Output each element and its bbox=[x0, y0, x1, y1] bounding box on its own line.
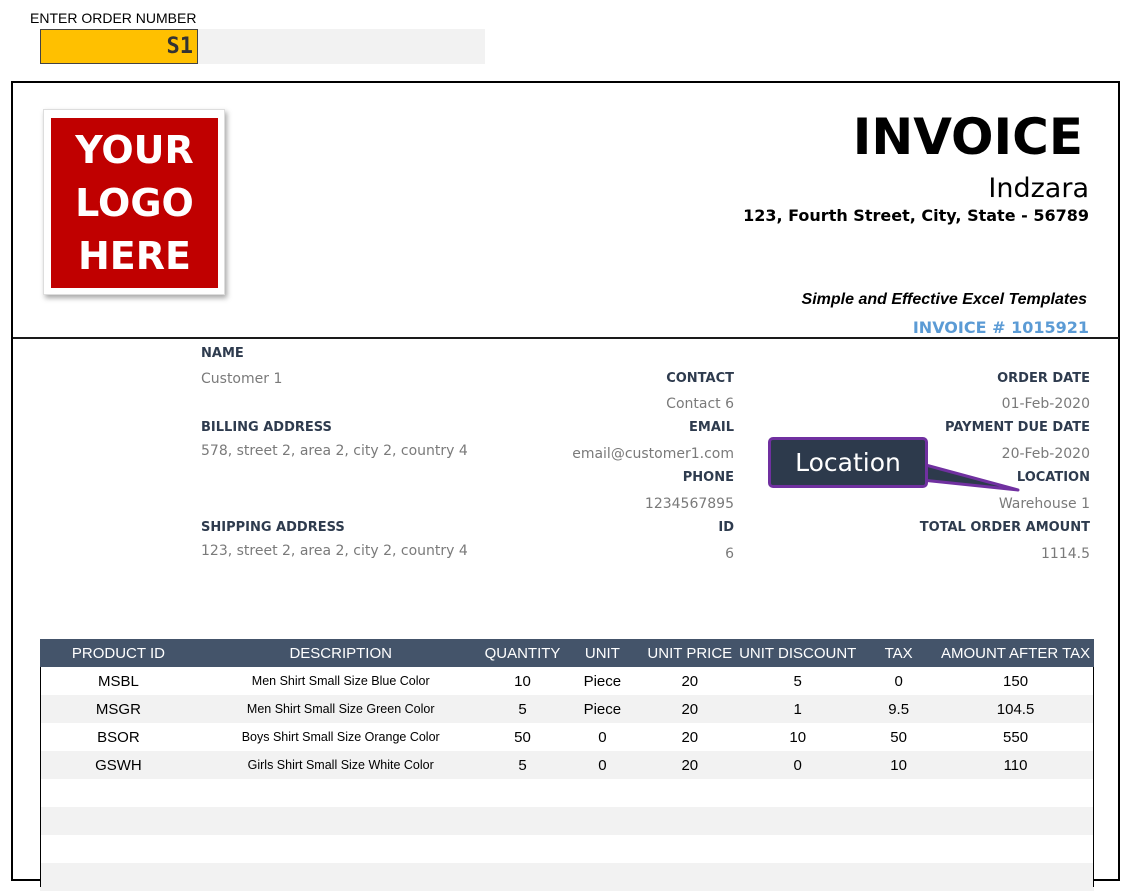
cell-amount-after-tax[interactable]: 110 bbox=[937, 751, 1094, 779]
invoice-title: INVOICE bbox=[852, 108, 1083, 166]
cell-unit-discount[interactable]: 10 bbox=[735, 723, 860, 751]
header-description: DESCRIPTION bbox=[196, 639, 485, 667]
header-quantity: QUANTITY bbox=[484, 639, 561, 667]
empty-row-cell[interactable] bbox=[40, 835, 1094, 863]
table-row: MSBL Men Shirt Small Size Blue Color 10 … bbox=[40, 667, 1094, 695]
order-date-value: 01-Feb-2020 bbox=[1001, 396, 1090, 412]
table-row: MSGR Men Shirt Small Size Green Color 5 … bbox=[40, 695, 1094, 723]
cell-tax[interactable]: 10 bbox=[860, 751, 938, 779]
empty-row-cell[interactable] bbox=[40, 863, 1094, 891]
cell-unit-price[interactable]: 20 bbox=[644, 667, 735, 695]
cell-unit[interactable]: Piece bbox=[560, 695, 645, 723]
cell-quantity[interactable]: 10 bbox=[485, 667, 561, 695]
id-label: ID bbox=[718, 520, 734, 535]
shipping-address-label: SHIPPING ADDRESS bbox=[201, 520, 345, 535]
company-address: 123, Fourth Street, City, State - 56789 bbox=[743, 206, 1089, 225]
cell-description[interactable]: Men Shirt Small Size Blue Color bbox=[197, 667, 485, 695]
billing-address-label: BILLING ADDRESS bbox=[201, 420, 332, 435]
table-row-empty bbox=[40, 835, 1094, 863]
cell-product-id[interactable]: MSBL bbox=[40, 667, 197, 695]
order-number-input[interactable]: S1 bbox=[40, 29, 198, 64]
cell-unit-discount[interactable]: 1 bbox=[735, 695, 861, 723]
cell-quantity[interactable]: 5 bbox=[484, 695, 561, 723]
contact-label: CONTACT bbox=[666, 371, 734, 386]
cell-unit-discount[interactable]: 0 bbox=[735, 751, 861, 779]
table-row-empty bbox=[40, 779, 1094, 807]
table-header-row: PRODUCT ID DESCRIPTION QUANTITY UNIT UNI… bbox=[40, 639, 1094, 667]
order-number-value[interactable]: S1 bbox=[167, 34, 198, 59]
order-number-label: ENTER ORDER NUMBER bbox=[30, 10, 197, 26]
cell-tax[interactable]: 0 bbox=[860, 667, 937, 695]
cell-description[interactable]: Girls Shirt Small Size White Color bbox=[196, 751, 485, 779]
cell-product-id[interactable]: GSWH bbox=[40, 751, 197, 779]
header-unit: UNIT bbox=[560, 639, 645, 667]
cell-unit[interactable]: 0 bbox=[560, 723, 644, 751]
cell-description[interactable]: Men Shirt Small Size Green Color bbox=[196, 695, 485, 723]
table-row: GSWH Girls Shirt Small Size White Color … bbox=[40, 751, 1094, 779]
cell-product-id[interactable]: BSOR bbox=[40, 723, 197, 751]
contact-value: Contact 6 bbox=[666, 396, 734, 412]
order-number-row: S1 bbox=[40, 29, 485, 64]
cell-unit[interactable]: 0 bbox=[560, 751, 645, 779]
cell-tax[interactable]: 50 bbox=[860, 723, 937, 751]
cell-amount-after-tax[interactable]: 104.5 bbox=[937, 695, 1094, 723]
billing-address: 578, street 2, area 2, city 2, country 4 bbox=[201, 443, 468, 459]
cell-description[interactable]: Boys Shirt Small Size Orange Color bbox=[197, 723, 485, 751]
table-row-empty bbox=[40, 863, 1094, 891]
cell-tax[interactable]: 9.5 bbox=[860, 695, 938, 723]
location-value: Warehouse 1 bbox=[998, 496, 1090, 512]
phone-value: 1234567895 bbox=[644, 496, 734, 512]
logo-line-3: HERE bbox=[78, 233, 191, 278]
cell-unit-price[interactable]: 20 bbox=[644, 695, 736, 723]
email-label: EMAIL bbox=[689, 420, 734, 435]
location-callout: Location bbox=[768, 437, 928, 488]
order-date-label: ORDER DATE bbox=[997, 371, 1090, 386]
cell-product-id[interactable]: MSGR bbox=[40, 695, 197, 723]
total-order-amount-label: TOTAL ORDER AMOUNT bbox=[919, 520, 1090, 535]
total-order-amount-value: 1114.5 bbox=[1041, 546, 1090, 562]
customer-name: Customer 1 bbox=[201, 371, 283, 387]
cell-unit-price[interactable]: 20 bbox=[644, 751, 736, 779]
id-value: 6 bbox=[725, 546, 734, 562]
payment-due-date-label: PAYMENT DUE DATE bbox=[945, 420, 1090, 435]
cell-quantity[interactable]: 50 bbox=[485, 723, 561, 751]
header-tax: TAX bbox=[860, 639, 938, 667]
empty-row-cell[interactable] bbox=[40, 779, 1094, 807]
cell-amount-after-tax[interactable]: 550 bbox=[937, 723, 1094, 751]
table-row: BSOR Boys Shirt Small Size Orange Color … bbox=[40, 723, 1094, 751]
header-amount-after-tax: AMOUNT AFTER TAX bbox=[937, 639, 1094, 667]
header-unit-price: UNIT PRICE bbox=[644, 639, 736, 667]
table-row-empty bbox=[40, 807, 1094, 835]
logo-line-2: LOGO bbox=[75, 180, 194, 225]
line-items-table: PRODUCT ID DESCRIPTION QUANTITY UNIT UNI… bbox=[40, 639, 1094, 891]
invoice-number: INVOICE # 1015921 bbox=[912, 318, 1089, 337]
header-product-id: PRODUCT ID bbox=[40, 639, 197, 667]
email-value: email@customer1.com bbox=[572, 446, 734, 462]
cell-unit-price[interactable]: 20 bbox=[644, 723, 735, 751]
callout-pointer bbox=[920, 462, 1020, 492]
cell-unit-discount[interactable]: 5 bbox=[735, 667, 860, 695]
phone-label: PHONE bbox=[682, 470, 734, 485]
cell-unit[interactable]: Piece bbox=[560, 667, 644, 695]
header-divider bbox=[13, 337, 1119, 339]
name-label: NAME bbox=[201, 346, 244, 361]
logo-line-1: YOUR bbox=[75, 127, 194, 172]
location-label: LOCATION bbox=[1016, 470, 1090, 485]
empty-row-cell[interactable] bbox=[40, 807, 1094, 835]
company-name: Indzara bbox=[988, 173, 1089, 204]
header-unit-discount: UNIT DISCOUNT bbox=[735, 639, 861, 667]
company-tagline: Simple and Effective Excel Templates bbox=[801, 291, 1087, 308]
cell-amount-after-tax[interactable]: 150 bbox=[937, 667, 1094, 695]
company-logo: YOUR LOGO HERE bbox=[51, 118, 218, 288]
cell-quantity[interactable]: 5 bbox=[484, 751, 561, 779]
shipping-address: 123, street 2, area 2, city 2, country 4 bbox=[201, 543, 468, 559]
